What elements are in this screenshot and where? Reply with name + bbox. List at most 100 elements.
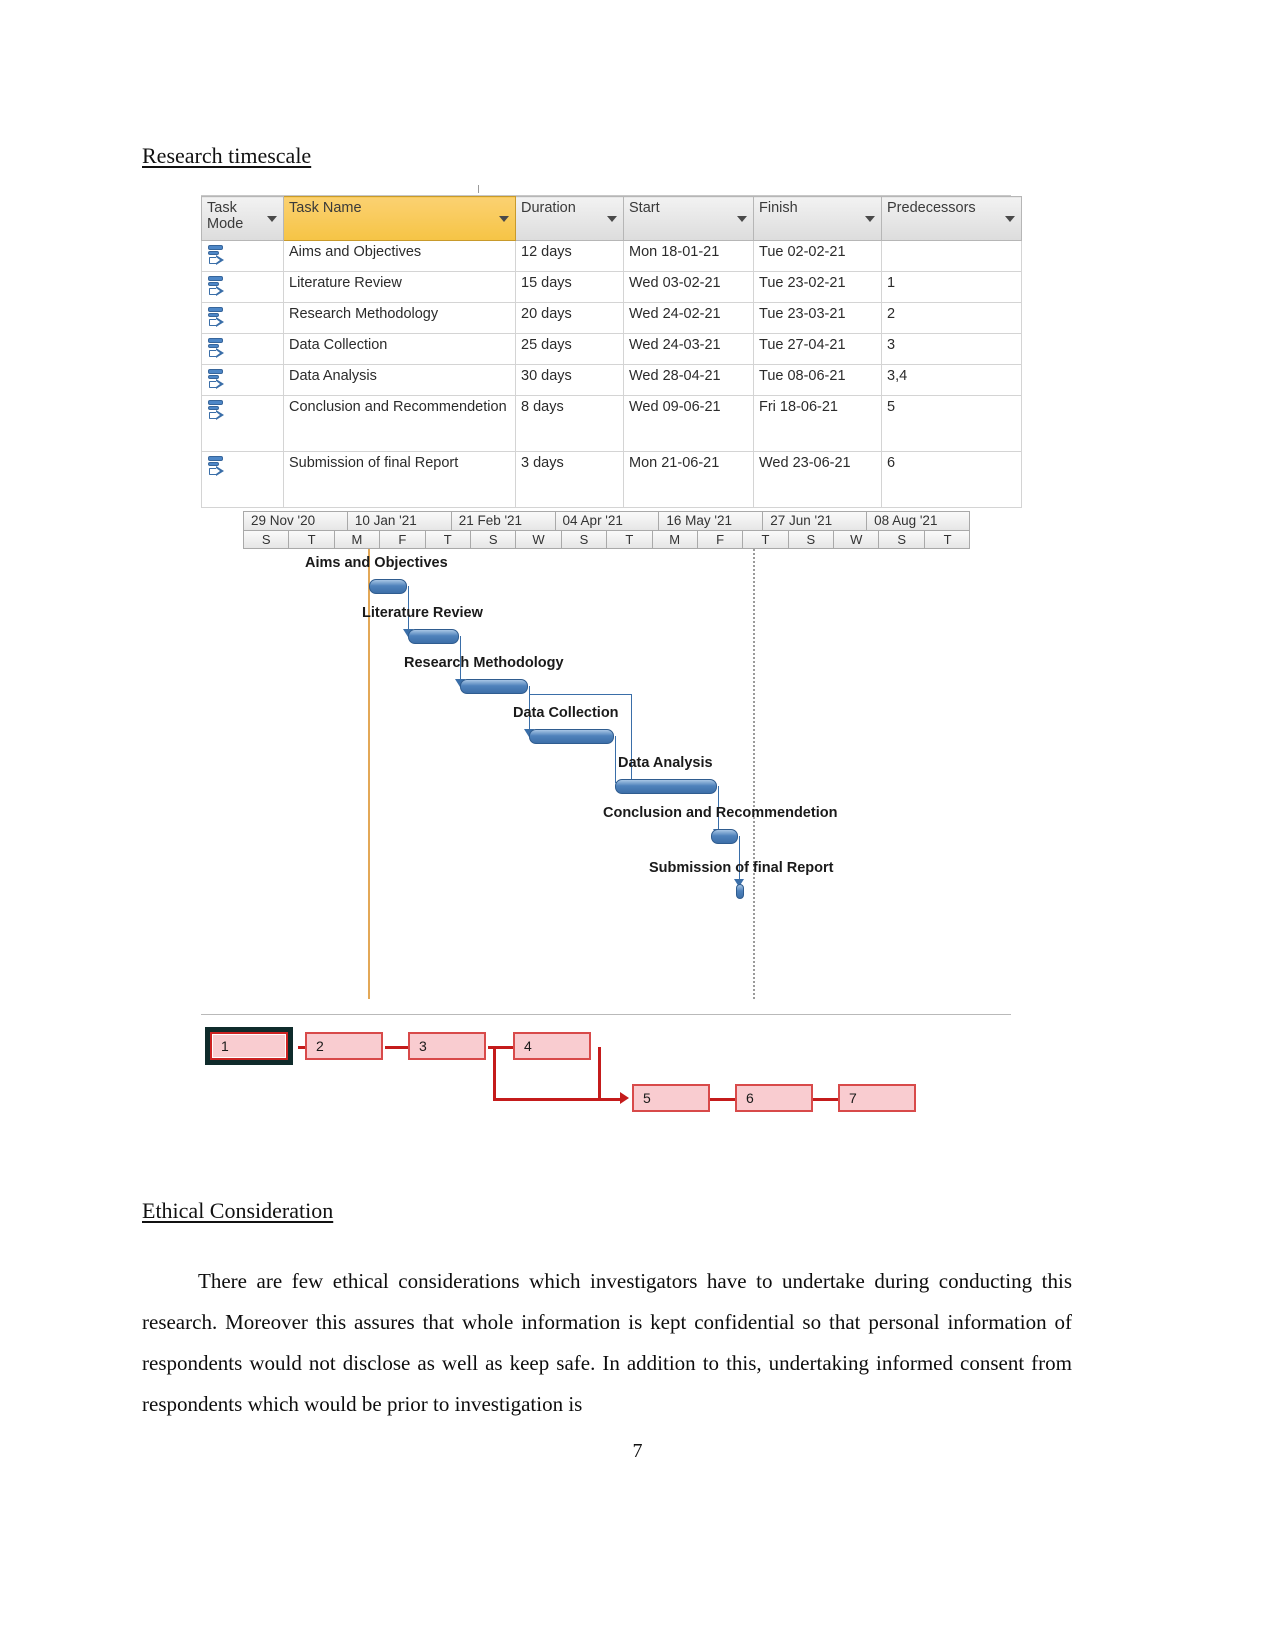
timescale-minor-cell: T: [607, 531, 653, 548]
column-header-duration[interactable]: Duration: [515, 196, 624, 241]
cell-duration: 3 days: [515, 451, 624, 508]
network-node[interactable]: 3: [408, 1032, 486, 1060]
column-header-predecessors[interactable]: Predecessors: [881, 196, 1022, 241]
timescale-minor-cell: M: [335, 531, 381, 548]
network-node[interactable]: 7: [838, 1084, 916, 1112]
timescale-minor-cell: S: [789, 531, 835, 548]
column-header-finish[interactable]: Finish: [753, 196, 882, 241]
gantt-link: [615, 736, 616, 783]
cell-finish: Fri 18-06-21: [753, 395, 882, 452]
cell-start: Mon 18-01-21: [623, 240, 754, 272]
gantt-bar-label: Submission of final Report: [649, 860, 834, 876]
gantt-bar-label: Aims and Objectives: [305, 555, 448, 571]
gantt-link: [631, 694, 632, 786]
cell-task-name: Literature Review: [283, 271, 516, 303]
filter-dropdown-icon-finish[interactable]: [865, 216, 875, 222]
timescale-tick-strip: [201, 185, 1011, 196]
network-edge: [493, 1098, 623, 1101]
gantt-bar[interactable]: [615, 779, 717, 794]
table-header-row: Task Mode Task Name Duration Start Finis…: [201, 196, 1022, 241]
timescale-minor-cell: W: [834, 531, 880, 548]
table-row[interactable]: Literature Review 15 days Wed 03-02-21 T…: [201, 271, 1022, 303]
auto-schedule-icon: [207, 275, 229, 299]
cell-duration: 25 days: [515, 333, 624, 365]
network-edge: [598, 1047, 601, 1099]
network-arrow-icon: [620, 1092, 629, 1104]
cell-predecessors: [881, 240, 1022, 272]
auto-schedule-icon: [207, 337, 229, 361]
timescale-minor-cell: S: [562, 531, 608, 548]
cell-task-mode[interactable]: [201, 240, 284, 272]
column-header-start[interactable]: Start: [623, 196, 754, 241]
network-node[interactable]: 1: [205, 1027, 293, 1065]
filter-dropdown-icon-task-mode[interactable]: [267, 216, 277, 222]
table-row[interactable]: Aims and Objectives 12 days Mon 18-01-21…: [201, 240, 1022, 272]
filter-dropdown-icon-duration[interactable]: [607, 216, 617, 222]
timescale-major-cell: 16 May '21: [659, 512, 764, 530]
cell-start: Wed 03-02-21: [623, 271, 754, 303]
cell-task-name: Data Analysis: [283, 364, 516, 396]
auto-schedule-icon: [207, 455, 229, 479]
cell-start: Wed 28-04-21: [623, 364, 754, 396]
cell-task-mode[interactable]: [201, 302, 284, 334]
gantt-bar-label: Data Analysis: [618, 755, 713, 771]
cell-task-name: Research Methodology: [283, 302, 516, 334]
table-row[interactable]: Conclusion and Recommendetion 8 days Wed…: [201, 395, 1022, 452]
gantt-bar[interactable]: [711, 829, 738, 844]
table-row[interactable]: Submission of final Report 3 days Mon 21…: [201, 451, 1022, 508]
cell-duration: 12 days: [515, 240, 624, 272]
network-node[interactable]: 6: [735, 1084, 813, 1112]
cell-predecessors: 3: [881, 333, 1022, 365]
cell-finish: Tue 23-03-21: [753, 302, 882, 334]
gantt-bar[interactable]: [369, 579, 407, 594]
timescale-minor-cell: M: [653, 531, 698, 548]
cell-task-mode[interactable]: [201, 395, 284, 452]
gantt-bar[interactable]: [736, 884, 744, 899]
timescale-major-cell: 04 Apr '21: [556, 512, 660, 530]
cell-start: Wed 09-06-21: [623, 395, 754, 452]
gantt-bar[interactable]: [460, 679, 528, 694]
table-row[interactable]: Data Collection 25 days Wed 24-03-21 Tue…: [201, 333, 1022, 365]
cell-task-mode[interactable]: [201, 364, 284, 396]
section-divider: [201, 1014, 1011, 1015]
cell-task-name: Aims and Objectives: [283, 240, 516, 272]
timescale-minor-cell: S: [471, 531, 517, 548]
table-row[interactable]: Data Analysis 30 days Wed 28-04-21 Tue 0…: [201, 364, 1022, 396]
auto-schedule-icon: [207, 306, 229, 330]
cell-duration: 20 days: [515, 302, 624, 334]
network-node[interactable]: 4: [513, 1032, 591, 1060]
cell-task-mode[interactable]: [201, 333, 284, 365]
cell-task-name: Conclusion and Recommendetion: [283, 395, 516, 452]
cell-finish: Tue 08-06-21: [753, 364, 882, 396]
network-node[interactable]: 5: [632, 1084, 710, 1112]
table-row[interactable]: Research Methodology 20 days Wed 24-02-2…: [201, 302, 1022, 334]
cell-finish: Wed 23-06-21: [753, 451, 882, 508]
column-label-start: Start: [629, 200, 660, 216]
cell-finish: Tue 02-02-21: [753, 240, 882, 272]
filter-dropdown-icon-task-name[interactable]: [499, 216, 509, 222]
cell-task-mode[interactable]: [201, 451, 284, 508]
page-number: 7: [632, 1440, 643, 1462]
gantt-bar[interactable]: [529, 729, 614, 744]
auto-schedule-icon: [207, 244, 229, 268]
filter-dropdown-icon-start[interactable]: [737, 216, 747, 222]
cell-predecessors: 5: [881, 395, 1022, 452]
column-label-predecessors: Predecessors: [887, 200, 976, 216]
gantt-bar-label: Conclusion and Recommendetion: [603, 805, 838, 821]
gantt-chart: 29 Nov '20 10 Jan '21 21 Feb '21 04 Apr …: [243, 511, 970, 1001]
gantt-bar-label: Research Methodology: [404, 655, 564, 671]
timescale-minor-cell: F: [380, 531, 426, 548]
column-label-finish: Finish: [759, 200, 798, 216]
timescale-major-cell: 29 Nov '20: [244, 512, 348, 530]
cell-task-name: Submission of final Report: [283, 451, 516, 508]
gantt-bar[interactable]: [408, 629, 459, 644]
column-header-task-mode[interactable]: Task Mode: [201, 196, 284, 241]
network-node[interactable]: 2: [305, 1032, 383, 1060]
cell-predecessors: 2: [881, 302, 1022, 334]
column-label-task-mode: Task Mode: [207, 200, 244, 232]
column-header-task-name[interactable]: Task Name: [283, 196, 516, 241]
timescale-minor-cell: S: [879, 531, 925, 548]
column-label-task-name: Task Name: [289, 200, 362, 216]
cell-task-mode[interactable]: [201, 271, 284, 303]
filter-dropdown-icon-predecessors[interactable]: [1005, 216, 1015, 222]
